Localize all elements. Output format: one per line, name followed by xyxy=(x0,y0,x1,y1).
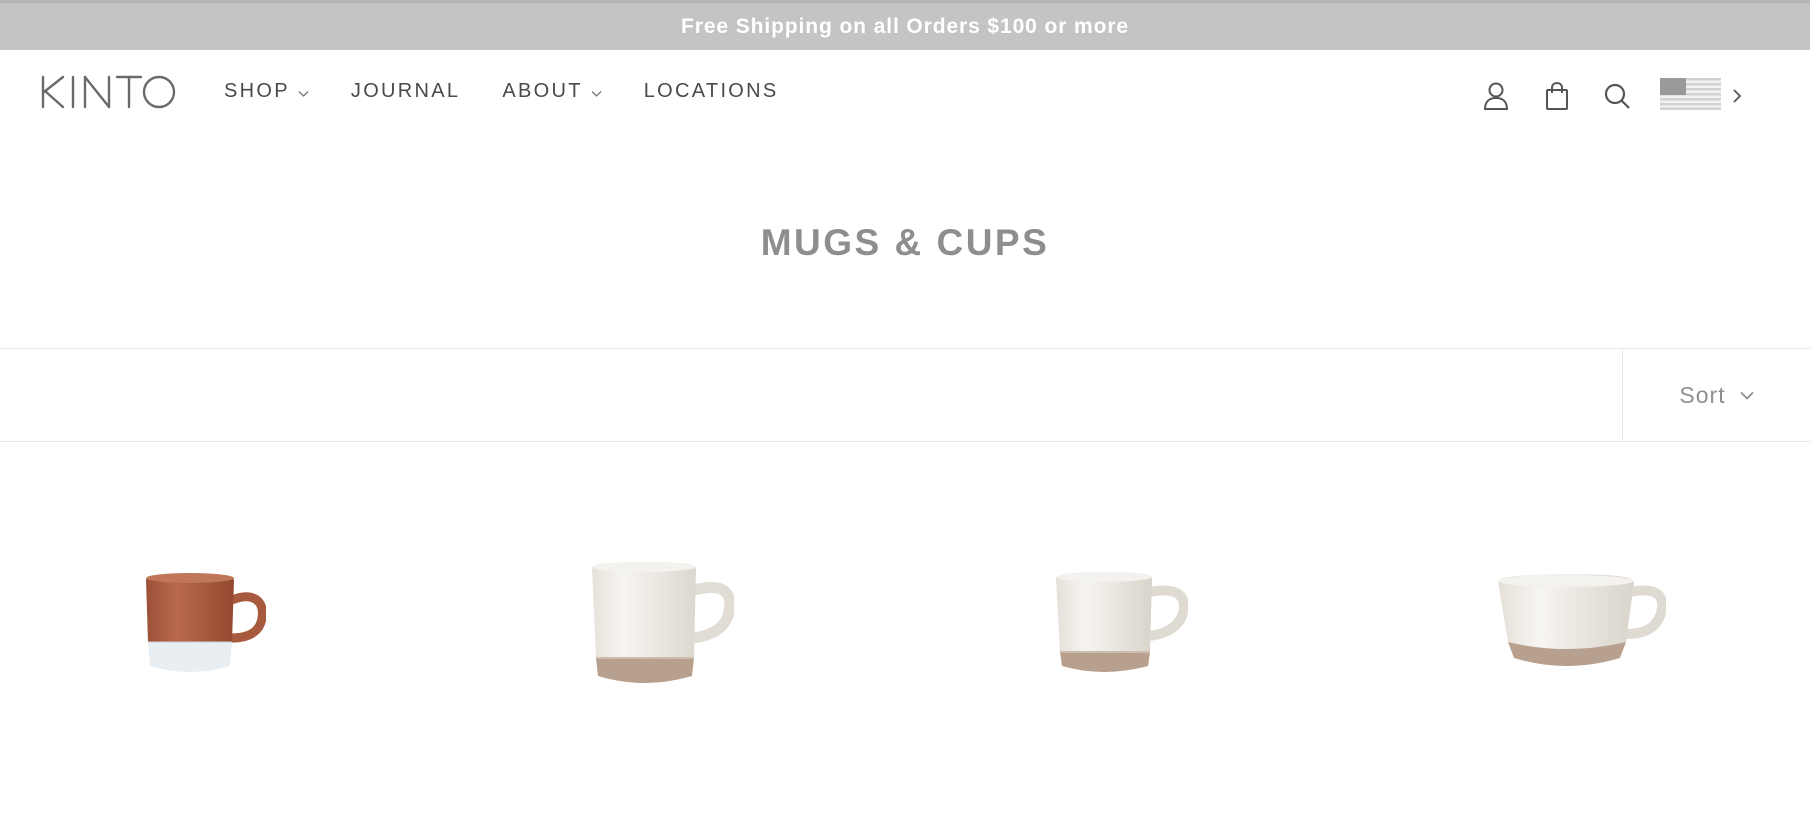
nav-journal[interactable]: JOURNAL xyxy=(351,80,460,103)
announcement-text: Free Shipping on all Orders $100 or more xyxy=(681,14,1129,38)
us-flag-icon[interactable] xyxy=(1660,78,1721,110)
product-image-white-wide-cup[interactable] xyxy=(1494,572,1666,674)
chevron-down-icon xyxy=(298,90,309,97)
chevron-right-icon[interactable] xyxy=(1731,87,1743,105)
product-image-white-small-mug[interactable] xyxy=(1052,570,1188,678)
cart-icon[interactable] xyxy=(1543,81,1571,111)
nav-about[interactable]: ABOUT xyxy=(502,80,602,103)
search-icon[interactable] xyxy=(1603,81,1631,111)
collection-toolbar: Sort xyxy=(0,348,1810,442)
nav-locations-label: LOCATIONS xyxy=(643,80,779,102)
nav-journal-label: JOURNAL xyxy=(350,80,461,102)
announcement-bar: Free Shipping on all Orders $100 or more xyxy=(0,0,1810,50)
account-icon[interactable] xyxy=(1482,81,1510,111)
product-image-white-tall-mug[interactable] xyxy=(588,560,734,690)
chevron-down-icon xyxy=(591,90,602,97)
nav-shop[interactable]: SHOP xyxy=(224,80,309,103)
product-image-terracotta-mug[interactable] xyxy=(140,570,266,678)
nav-shop-label: SHOP xyxy=(224,80,290,102)
chevron-down-icon xyxy=(1740,391,1754,400)
sort-label: Sort xyxy=(1679,381,1726,408)
nav-locations[interactable]: LOCATIONS xyxy=(644,80,779,103)
page-title: MUGS & CUPS xyxy=(760,222,1050,263)
sort-dropdown[interactable]: Sort xyxy=(1622,349,1810,441)
kinto-logo[interactable] xyxy=(39,75,177,109)
site-header: SHOP JOURNAL ABOUT LOCATIONS xyxy=(0,50,1810,142)
nav-about-label: ABOUT xyxy=(502,80,583,102)
main-nav: SHOP JOURNAL ABOUT LOCATIONS xyxy=(224,80,821,103)
